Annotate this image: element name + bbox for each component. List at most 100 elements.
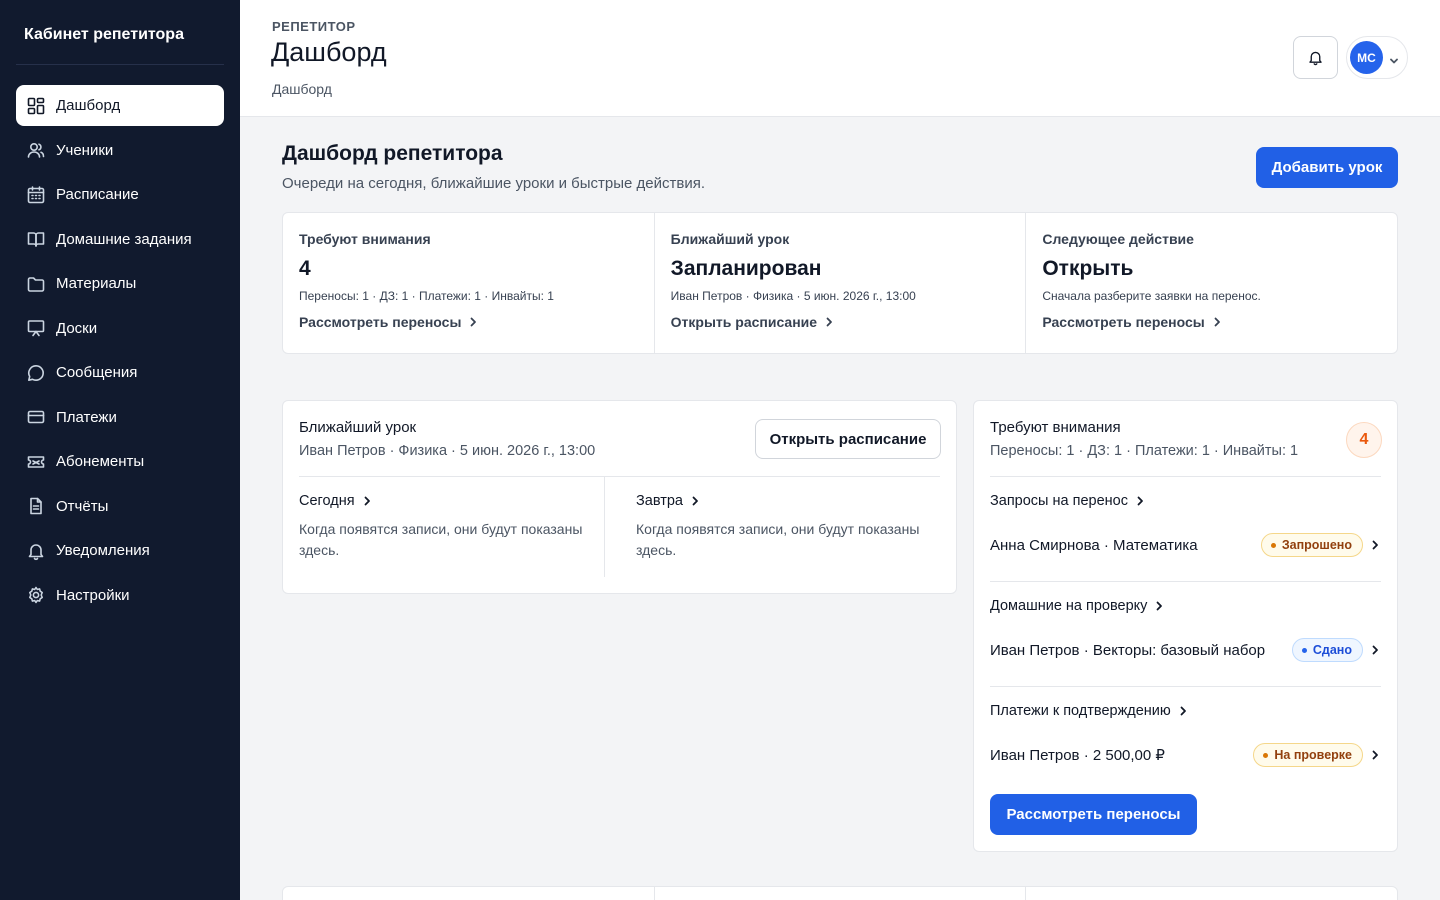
sidebar-item-label: Ученики: [56, 141, 114, 159]
link-label: Завтра: [636, 493, 683, 509]
card-title: Требуют внимания: [990, 419, 1121, 436]
chevron-right-icon: [692, 496, 698, 506]
bottom-card-column: [653, 887, 1026, 900]
chevron-right-icon: [1180, 706, 1186, 716]
link-label: Сегодня: [299, 493, 355, 509]
status-dot: [1270, 542, 1276, 548]
card-subtitle: Иван Петров · Физика · 5 июн. 2026 г., 1…: [299, 443, 596, 459]
list-item[interactable]: Иван Петров · Векторы: базовый набор Сда…: [990, 638, 1381, 662]
bottom-card-column: [1025, 887, 1397, 900]
list-item[interactable]: Иван Петров · 2 500,00 ₽ На проверке: [990, 743, 1381, 767]
list-item-text: Иван Петров · 2 500,00 ₽: [990, 747, 1165, 764]
card-icon: [26, 407, 46, 427]
sidebar-divider: [16, 64, 224, 65]
dashboard-subtitle: Очереди на сегодня, ближайшие уроки и бы…: [282, 175, 706, 192]
chevron-right-icon: [364, 496, 370, 506]
sidebar-item-label: Платежи: [56, 408, 117, 426]
sidebar-item-label: Настройки: [56, 586, 130, 604]
empty-state-text: Когда появятся записи, они будут показан…: [636, 521, 920, 558]
sidebar-item-label: Доски: [56, 319, 98, 337]
card-divider: [990, 476, 1381, 477]
tomorrow-column: Завтра Когда появятся записи, они будут …: [620, 477, 942, 577]
book-icon: [26, 229, 46, 249]
list-item-text: Иван Петров · Векторы: базовый набор: [990, 641, 1266, 659]
summary-detail: Иван Петров · Физика · 5 июн. 2026 г., 1…: [670, 289, 916, 303]
homework-review-group: Домашние на проверку Иван Петров · Векто…: [990, 596, 1381, 662]
status-label: Запрошено: [1281, 538, 1352, 552]
chevron-right-icon: [1137, 496, 1143, 506]
link-label: Платежи к подтверждению: [990, 703, 1171, 719]
card-subtitle: Переносы: 1 · ДЗ: 1 · Платежи: 1 · Инвай…: [990, 443, 1299, 459]
today-link[interactable]: Сегодня: [299, 493, 588, 509]
summary-next-action: Следующее действие Открыть Сначала разбе…: [1025, 213, 1397, 353]
sidebar-item-settings[interactable]: Настройки: [16, 575, 224, 616]
link-label: Запросы на перенос: [990, 493, 1128, 509]
card-divider: [990, 581, 1381, 582]
sidebar-item-payments[interactable]: Платежи: [16, 397, 224, 438]
summary-detail: Переносы: 1 · ДЗ: 1 · Платежи: 1 · Инвай…: [299, 289, 554, 303]
sidebar-item-materials[interactable]: Материалы: [16, 263, 224, 304]
summary-value: 4: [299, 257, 311, 280]
open-schedule-link[interactable]: Открыть расписание: [671, 314, 1010, 330]
link-label: Открыть расписание: [670, 314, 818, 330]
sidebar-item-schedule[interactable]: Расписание: [16, 174, 224, 215]
sidebar-item-students[interactable]: Ученики: [16, 130, 224, 171]
sidebar-item-label: Абонементы: [56, 453, 145, 470]
today-column: Сегодня Когда появятся записи, они будут…: [283, 477, 605, 577]
sidebar-item-label: Отчёты: [56, 497, 109, 515]
status-badge: Запрошено: [1260, 533, 1363, 557]
chevron-right-icon: [1363, 749, 1381, 761]
summary-value: Запланирован: [670, 257, 822, 280]
sidebar-item-homework[interactable]: Домашние задания: [16, 219, 224, 260]
sidebar-item-label: Сообщения: [56, 364, 138, 381]
user-menu-button[interactable]: МС: [1346, 36, 1408, 79]
sidebar-item-dashboard[interactable]: Дашборд: [16, 85, 224, 126]
card-divider: [990, 686, 1381, 687]
open-schedule-button[interactable]: Открыть расписание: [755, 419, 941, 459]
summary-cards: Требуют внимания 4 Переносы: 1 · ДЗ: 1 ·…: [282, 212, 1398, 354]
status-badge: На проверке: [1253, 743, 1363, 767]
sidebar-item-label: Домашние задания: [56, 230, 192, 248]
summary-label: Ближайший урок: [670, 231, 790, 247]
gear-icon: [26, 585, 46, 605]
payments-confirm-group: Платежи к подтверждению Иван Петров · 2 …: [990, 701, 1381, 767]
payments-confirm-link[interactable]: Платежи к подтверждению: [990, 701, 1381, 721]
bottom-summary-card: [282, 886, 1398, 900]
sidebar-item-boards[interactable]: Доски: [16, 308, 224, 349]
summary-nearest-lesson: Ближайший урок Запланирован Иван Петров …: [653, 213, 1026, 353]
status-dot: [1301, 647, 1307, 653]
review-reschedules-button[interactable]: Рассмотреть переносы: [990, 794, 1197, 835]
sidebar-item-notifications[interactable]: Уведомления: [16, 530, 224, 571]
list-item[interactable]: Анна Смирнова · Математика Запрошено: [990, 533, 1381, 557]
status-badge: Сдано: [1291, 638, 1363, 662]
breadcrumb[interactable]: Дашборд: [272, 81, 332, 97]
tomorrow-link[interactable]: Завтра: [636, 493, 926, 509]
folder-icon: [26, 274, 46, 294]
avatar: МС: [1350, 41, 1383, 74]
status-label: Сдано: [1312, 643, 1352, 657]
homework-review-link[interactable]: Домашние на проверку: [990, 596, 1381, 616]
review-reschedules-link[interactable]: Рассмотреть переносы: [299, 314, 638, 330]
list-item-text: Анна Смирнова · Математика: [990, 536, 1198, 554]
board-icon: [26, 318, 46, 338]
page-header: РЕПЕТИТОР Дашборд Дашборд МС: [240, 0, 1440, 117]
sidebar-item-label: Материалы: [56, 275, 137, 292]
notifications-button[interactable]: [1293, 36, 1338, 79]
link-label: Домашние на проверку: [990, 598, 1148, 614]
report-icon: [26, 496, 46, 516]
sidebar-item-label: Уведомления: [56, 542, 150, 559]
summary-value: Открыть: [1042, 257, 1134, 280]
bell-icon: [26, 541, 46, 561]
chevron-right-icon: [1363, 644, 1381, 656]
sidebar-item-messages[interactable]: Сообщения: [16, 352, 224, 393]
sidebar-item-subscriptions[interactable]: Абонементы: [16, 441, 224, 482]
sidebar-item-label: Расписание: [56, 186, 139, 203]
add-lesson-button[interactable]: Добавить урок: [1256, 147, 1398, 188]
brand-title: Кабинет репетитора: [24, 26, 184, 43]
summary-attention: Требуют внимания 4 Переносы: 1 · ДЗ: 1 ·…: [283, 213, 654, 353]
nearest-lesson-card: Ближайший урок Иван Петров · Физика · 5 …: [282, 400, 957, 594]
summary-detail: Сначала разберите заявки на перенос.: [1042, 289, 1261, 303]
reschedule-requests-link[interactable]: Запросы на перенос: [990, 491, 1381, 511]
review-reschedules-link[interactable]: Рассмотреть переносы: [1042, 314, 1381, 330]
sidebar-item-reports[interactable]: Отчёты: [16, 486, 224, 527]
